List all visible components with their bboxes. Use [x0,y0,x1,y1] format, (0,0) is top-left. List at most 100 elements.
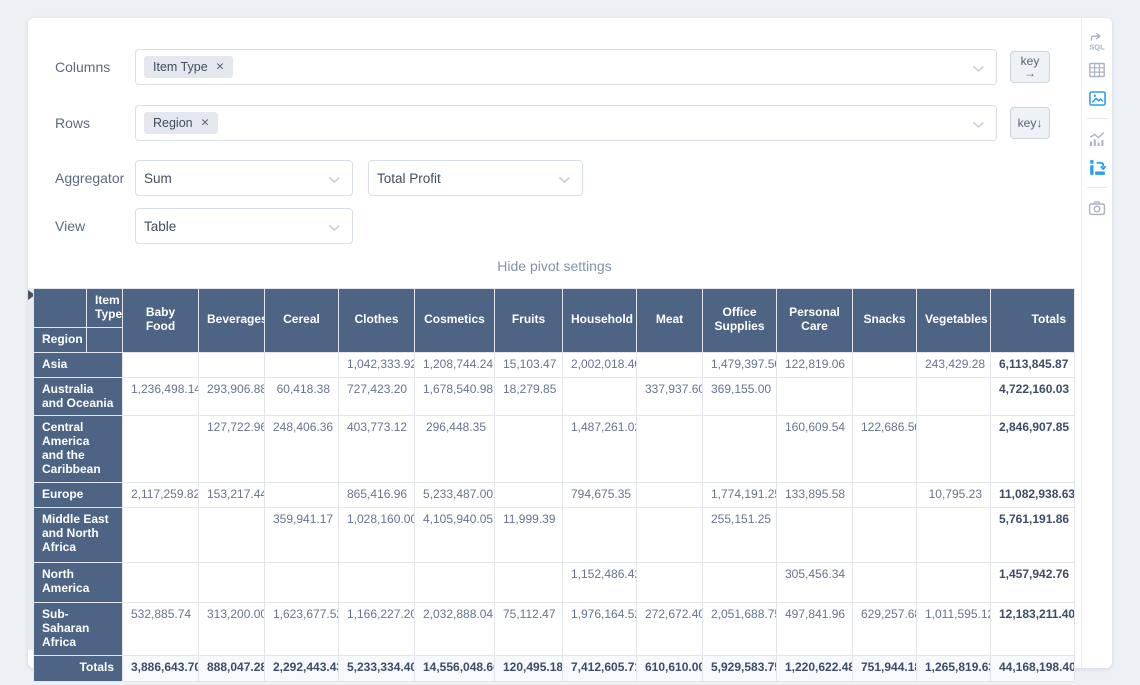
row-total-cell: 2,846,907.85 [991,416,1075,483]
table-row: Sub-Saharan Africa532,885.74313,200.001,… [34,602,1075,655]
data-cell [703,416,777,483]
data-cell: 2,002,018.40 [563,352,637,377]
pivot-icon [1087,157,1108,178]
data-cell: 122,686.50 [853,416,917,483]
aggregator-label: Aggregator [55,170,135,186]
data-cell: 1,166,227.20 [339,602,415,655]
data-cell: 497,841.96 [777,602,853,655]
data-cell [637,483,703,508]
chart-image-view-button[interactable] [1086,87,1108,109]
data-cell: 1,623,677.52 [265,602,339,655]
table-row: Middle East and North Africa359,941.171,… [34,507,1075,562]
data-cell: 75,112.47 [495,602,563,655]
data-cell [563,507,637,562]
data-cell [853,562,917,602]
data-cell: 1,487,261.02 [563,416,637,483]
data-cell: 248,406.36 [265,416,339,483]
totals-column-header: Totals [991,289,1075,353]
hide-pivot-settings-link[interactable]: Hide pivot settings [28,258,1081,274]
sql-view-button[interactable]: SQL [1086,31,1108,53]
axis-blank-cell [87,327,123,352]
row-header: Europe [34,483,123,508]
view-select[interactable]: Table [135,208,353,244]
row-total-cell: 5,761,191.86 [991,507,1075,562]
data-cell [917,416,991,483]
row-total-cell: 4,722,160.03 [991,377,1075,416]
row-header: Australia and Oceania [34,377,123,416]
data-cell [777,507,853,562]
table-row: Europe2,117,259.82153,217.44865,416.965,… [34,483,1075,508]
data-cell [637,416,703,483]
column-total-cell: 2,292,443.43 [265,655,339,681]
data-cell [495,416,563,483]
column-total-cell: 3,886,643.70 [123,655,199,681]
data-cell [563,377,637,416]
aggregator-field-select[interactable]: Total Profit [368,160,583,196]
rows-field-select[interactable]: Region ✕ [135,105,997,141]
data-cell: 727,423.20 [339,377,415,416]
data-cell [123,352,199,377]
data-cell: 60,418.38 [265,377,339,416]
data-cell: 1,678,540.98 [415,377,495,416]
data-cell: 293,906.88 [199,377,265,416]
screenshot-button[interactable] [1086,197,1108,219]
col-header: Baby Food [123,289,199,353]
data-cell: 133,895.58 [777,483,853,508]
data-cell [777,377,853,416]
data-cell [339,562,415,602]
row-header: Sub-Saharan Africa [34,602,123,655]
view-value: Table [144,219,176,234]
region-tag-label: Region [153,116,193,130]
data-cell [265,483,339,508]
item-type-tag[interactable]: Item Type ✕ [144,56,233,78]
data-cell: 865,416.96 [339,483,415,508]
data-cell: 18,279.85 [495,377,563,416]
data-cell [199,562,265,602]
pivot-settings-panel: Columns Item Type ✕ key → Rows R [28,18,1081,263]
view-toolbar: SQL [1081,18,1112,668]
sort-columns-key-button[interactable]: key → [1010,51,1050,83]
column-total-cell: 5,233,334.40 [339,655,415,681]
pivot-settings-button[interactable] [1086,156,1108,178]
data-cell: 15,103.47 [495,352,563,377]
data-cell: 359,941.17 [265,507,339,562]
view-label: View [55,218,135,234]
data-cell: 153,217.44 [199,483,265,508]
column-total-cell: 1,220,622.48 [777,655,853,681]
table-row: Australia and Oceania1,236,498.14293,906… [34,377,1075,416]
columns-field-select[interactable]: Item Type ✕ [135,49,997,85]
chart-icon [1087,129,1107,149]
data-cell [637,352,703,377]
data-cell [199,507,265,562]
col-header: Personal Care [777,289,853,353]
col-header: Vegetables [917,289,991,353]
grand-total-cell: 44,168,198.40 [991,655,1075,681]
aggregator-select[interactable]: Sum [135,160,353,196]
grand-total-row: Totals3,886,643.70888,047.282,292,443.43… [34,655,1075,681]
chevron-down-icon [558,176,571,184]
column-total-cell: 14,556,048.66 [415,655,495,681]
col-header: Fruits [495,289,563,353]
data-cell: 305,456.34 [777,562,853,602]
sort-rows-key-button[interactable]: key ↓ [1010,107,1050,139]
remove-region-icon[interactable]: ✕ [201,117,210,129]
data-cell [853,352,917,377]
data-cell: 243,429.28 [917,352,991,377]
chevron-down-icon [972,121,985,129]
rows-label: Rows [55,115,135,131]
data-cell: 2,117,259.82 [123,483,199,508]
remove-item-type-icon[interactable]: ✕ [216,61,225,73]
data-cell [265,352,339,377]
data-cell: 2,051,688.75 [703,602,777,655]
region-tag[interactable]: Region ✕ [144,112,218,134]
table-row: Central America and the Caribbean127,722… [34,416,1075,483]
aggregator-control-row: Aggregator Sum Total Profit [55,160,1081,196]
svg-text:SQL: SQL [1089,43,1105,52]
data-cell: 1,208,744.24 [415,352,495,377]
data-cell [917,562,991,602]
table-view-button[interactable] [1086,59,1108,81]
col-axis-label: Item Type [87,289,123,328]
chart-settings-button[interactable] [1086,128,1108,150]
aggregator-value: Sum [144,171,172,186]
row-axis-label: Region [34,327,87,352]
